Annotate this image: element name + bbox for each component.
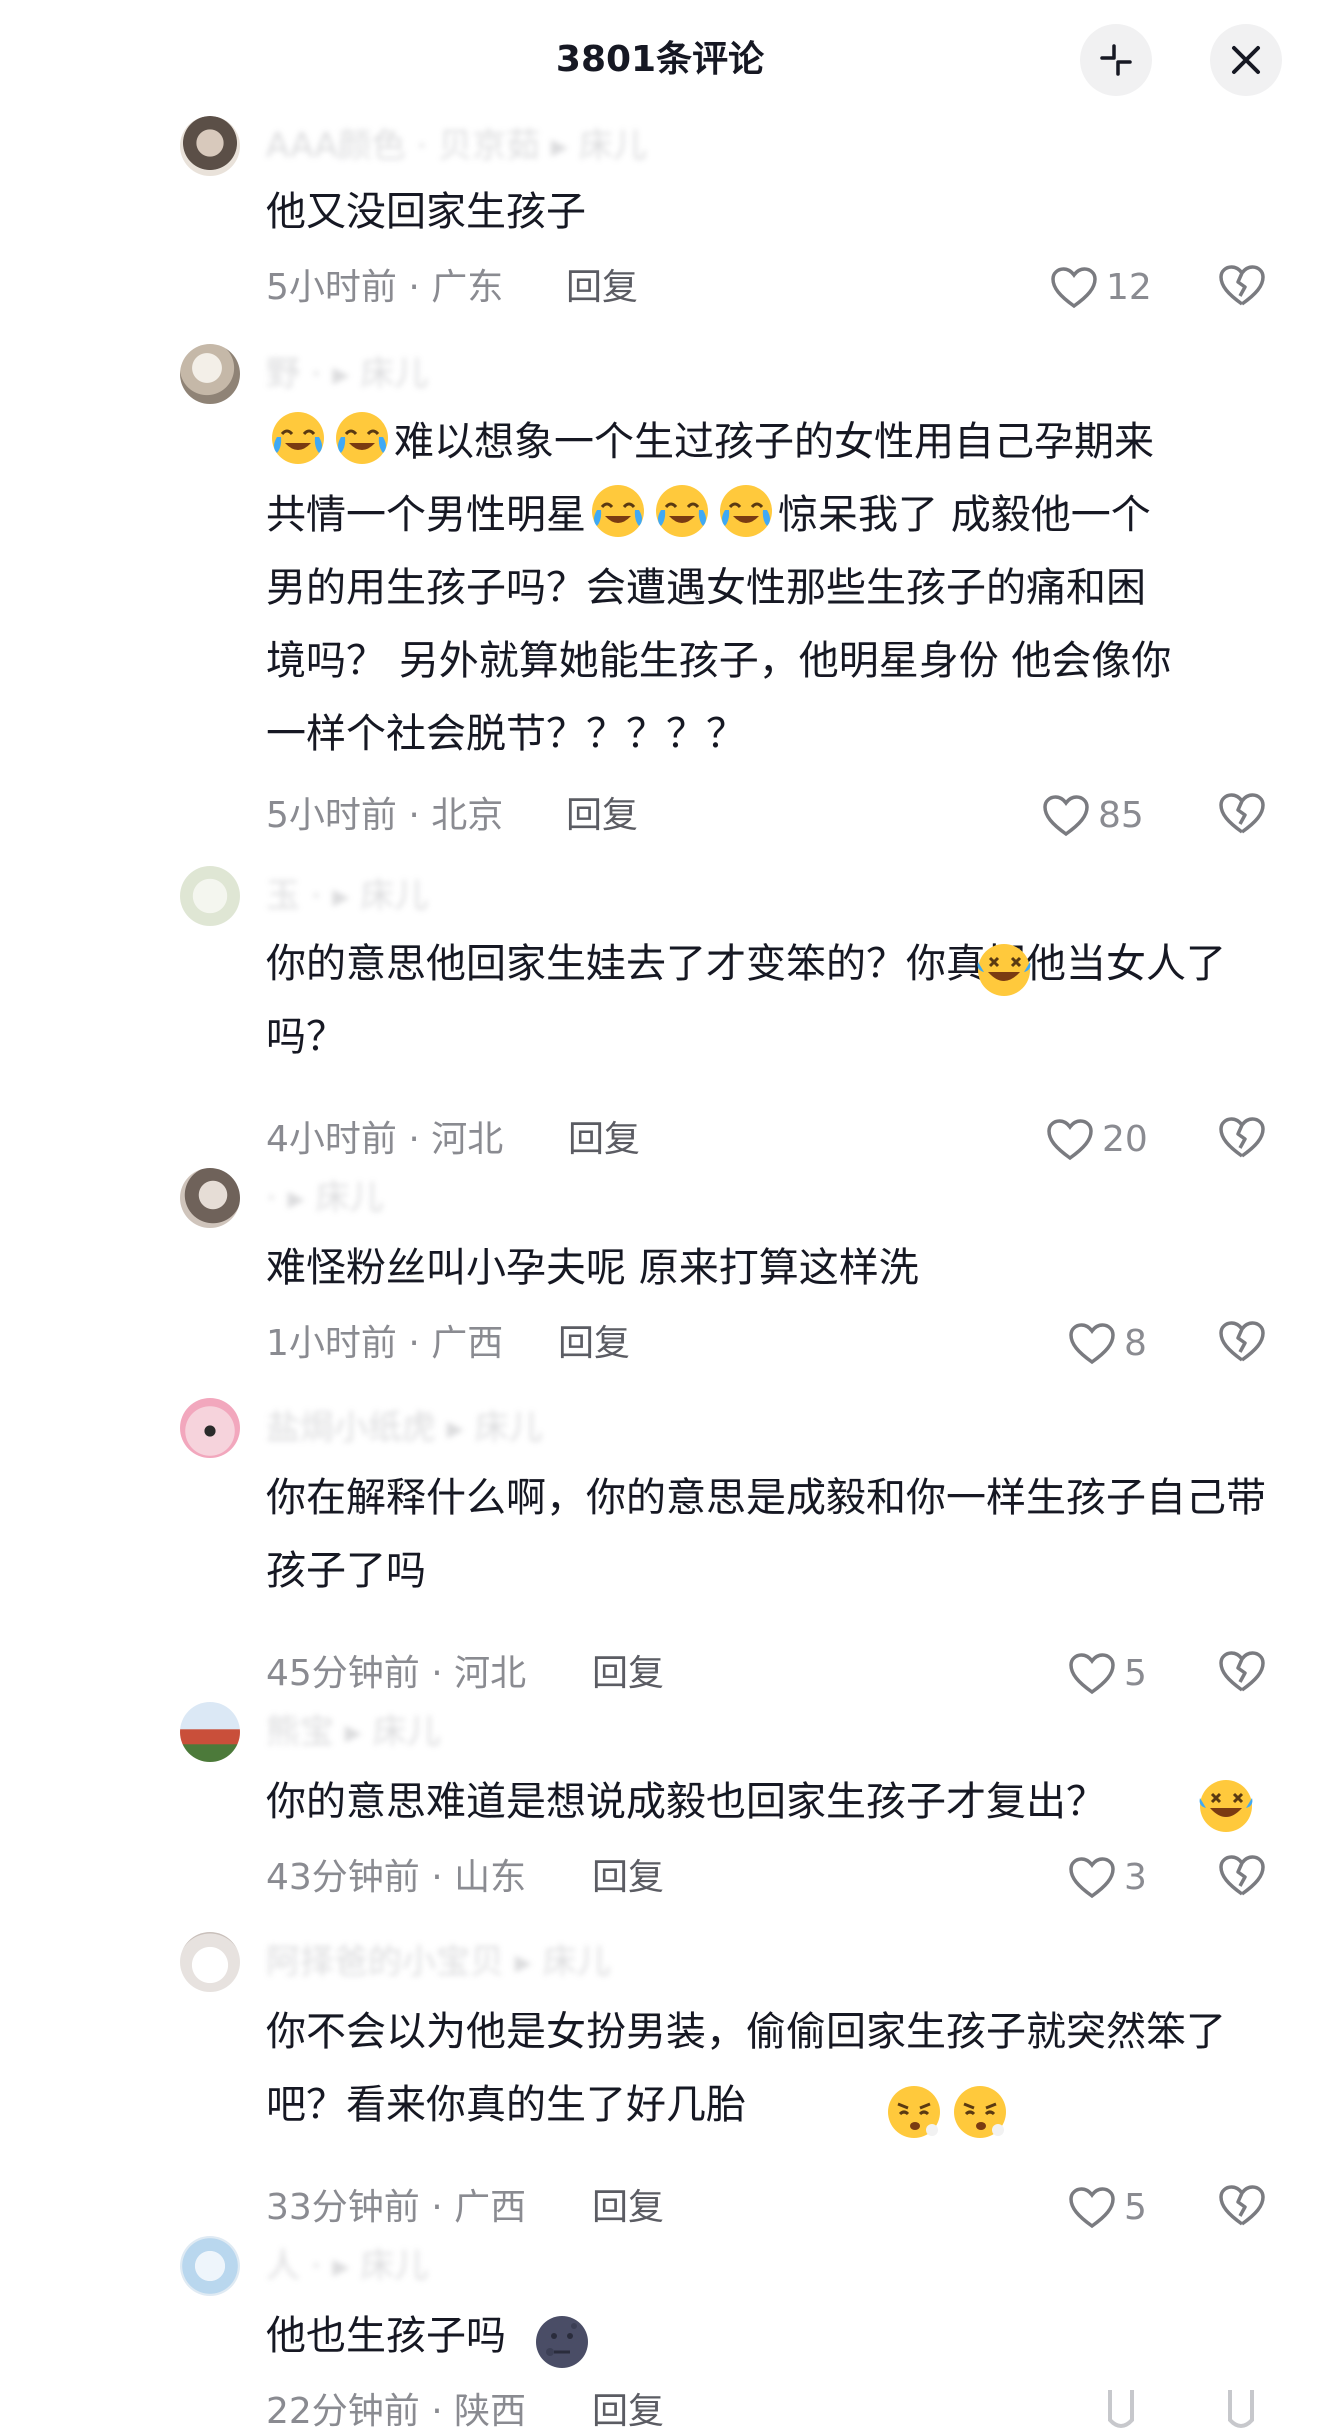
rolling-laughing-emoji xyxy=(974,940,1034,1000)
like-count: 5 xyxy=(1124,2187,1147,2228)
comment-time-location: 1小时前 · 广西 xyxy=(266,1323,504,1364)
dislike-button[interactable] xyxy=(1218,1650,1266,1694)
close-button[interactable] xyxy=(1210,24,1282,96)
like-button[interactable]: 5 xyxy=(1068,1644,1147,1704)
comment-time-location: 22分钟前 · 陕西 xyxy=(266,2391,527,2432)
pouting-emoji xyxy=(884,2082,944,2142)
broken-heart-icon xyxy=(1219,1855,1265,1896)
reply-button[interactable]: 回复 xyxy=(566,786,638,846)
heart-icon xyxy=(1047,1119,1093,1161)
avatar[interactable] xyxy=(180,1398,240,1458)
comment-text: 难以想象一个生过孩子的女性用自己孕期来 共情一个男性明星 惊呆我了 成毅他一个 男的用… xyxy=(266,406,1276,771)
collapse-icon xyxy=(1100,44,1132,76)
avatar[interactable] xyxy=(180,1702,240,1762)
like-button[interactable]: 12 xyxy=(1050,258,1152,318)
crying-laughing-emoji xyxy=(716,480,776,540)
dark-moon-emoji xyxy=(532,2312,592,2372)
crying-laughing-emoji xyxy=(268,407,328,467)
reply-button[interactable]: 回复 xyxy=(592,1644,664,1704)
reply-button[interactable]: 回复 xyxy=(592,2382,664,2433)
dislike-button[interactable] xyxy=(1218,264,1266,308)
reply-button[interactable]: 回复 xyxy=(566,258,638,318)
like-count: 85 xyxy=(1098,795,1144,836)
dislike-button[interactable] xyxy=(1218,2184,1266,2228)
heart-icon xyxy=(1051,267,1097,309)
reply-button[interactable]: 回复 xyxy=(592,1848,664,1908)
crying-laughing-emoji xyxy=(588,480,648,540)
like-button[interactable]: 85 xyxy=(1042,786,1144,846)
comment-time-location: 33分钟前 · 广西 xyxy=(266,2187,527,2228)
comment-time-location: 43分钟前 · 山东 xyxy=(266,1857,527,1898)
comments-panel: AAA颜色 · 贝京茹 ▸ 床儿 他又没回家生孩子 5小时前 · 广东 回复 1… xyxy=(0,0,1320,2433)
comment-time-location: 5小时前 · 广东 xyxy=(266,267,504,308)
username[interactable]: 人 · ▸ 床儿 xyxy=(266,2246,428,2286)
crying-laughing-emoji xyxy=(332,407,392,467)
dislike-button[interactable] xyxy=(1218,1320,1266,1364)
scroll-indicator xyxy=(1226,2390,1256,2433)
reply-button[interactable]: 回复 xyxy=(592,2178,664,2238)
username[interactable]: · ▸ 床儿 xyxy=(266,1178,384,1218)
dislike-button[interactable] xyxy=(1218,1854,1266,1898)
comment-text: 他也生孩子吗 xyxy=(266,2313,506,2359)
collapse-button[interactable] xyxy=(1080,24,1152,96)
username[interactable]: 玉 · ▸ 床儿 xyxy=(266,876,428,916)
comment-text: 你的意思他回家生娃去了才变笨的？你真把他当女人了吗？ xyxy=(266,941,1226,1060)
comment-time-location: 4小时前 · 河北 xyxy=(266,1119,504,1160)
reply-button[interactable]: 回复 xyxy=(568,1110,640,1170)
heart-icon xyxy=(1069,2187,1115,2229)
broken-heart-icon xyxy=(1219,1117,1265,1158)
like-button[interactable]: 20 xyxy=(1046,1110,1148,1170)
dislike-button[interactable] xyxy=(1218,792,1266,836)
heart-icon xyxy=(1069,1857,1115,1899)
avatar[interactable] xyxy=(180,866,240,926)
broken-heart-icon xyxy=(1219,265,1265,306)
comment-text: 你的意思难道是想说成毅也回家生孩子才复出？ xyxy=(266,1779,1106,1825)
crying-laughing-emoji xyxy=(652,480,712,540)
username[interactable]: 阿择爸的小宝贝 ▸ 床儿 xyxy=(266,1942,611,1982)
like-button[interactable]: 8 xyxy=(1068,1314,1147,1374)
comments-header: 3801条评论 xyxy=(0,0,1320,118)
comment-text: 难怪粉丝叫小孕夫呢 原来打算这样洗 xyxy=(266,1245,919,1291)
avatar[interactable] xyxy=(180,1168,240,1228)
comment-text: 他又没回家生孩子 xyxy=(266,189,586,235)
like-count: 8 xyxy=(1124,1323,1147,1364)
reply-button[interactable]: 回复 xyxy=(558,1314,630,1374)
broken-heart-icon xyxy=(1219,1321,1265,1362)
username[interactable]: 野 · ▸ 床儿 xyxy=(266,354,428,394)
avatar[interactable] xyxy=(180,344,240,404)
username[interactable]: 盐焗小纸虎 ▸ 床儿 xyxy=(266,1408,543,1448)
avatar[interactable] xyxy=(180,116,240,176)
broken-heart-icon xyxy=(1219,793,1265,834)
heart-icon xyxy=(1043,795,1089,837)
dislike-button[interactable] xyxy=(1218,1116,1266,1160)
username[interactable]: AAA颜色 · 贝京茹 ▸ 床儿 xyxy=(266,126,647,166)
broken-heart-icon xyxy=(1219,2185,1265,2226)
avatar[interactable] xyxy=(180,2236,240,2296)
rolling-laughing-emoji xyxy=(1196,1776,1256,1836)
pouting-emoji xyxy=(950,2082,1010,2142)
comment-text: 你不会以为他是女扮男装，偷偷回家生孩子就突然笨了吧？看来你真的生了好几胎 xyxy=(266,2009,1226,2128)
like-count: 3 xyxy=(1124,1857,1147,1898)
heart-icon xyxy=(1069,1653,1115,1695)
avatar[interactable] xyxy=(180,1932,240,1992)
like-count: 20 xyxy=(1102,1119,1148,1160)
like-count: 12 xyxy=(1106,267,1152,308)
broken-heart-icon xyxy=(1219,1651,1265,1692)
comment-time-location: 45分钟前 · 河北 xyxy=(266,1653,527,1694)
username[interactable]: 熊宝 ▸ 床儿 xyxy=(266,1712,441,1752)
comment-list[interactable]: AAA颜色 · 贝京茹 ▸ 床儿 他又没回家生孩子 5小时前 · 广东 回复 1… xyxy=(0,0,1320,2433)
like-button[interactable]: 3 xyxy=(1068,1848,1147,1908)
scroll-indicator xyxy=(1106,2390,1136,2433)
comment-text: 你在解释什么啊，你的意思是成毅和你一样生孩子自己带孩子了吗 xyxy=(266,1475,1266,1594)
like-button[interactable]: 5 xyxy=(1068,2178,1147,2238)
close-icon xyxy=(1232,46,1260,74)
heart-icon xyxy=(1069,1323,1115,1365)
comment-time-location: 5小时前 · 北京 xyxy=(266,795,504,836)
like-count: 5 xyxy=(1124,1653,1147,1694)
